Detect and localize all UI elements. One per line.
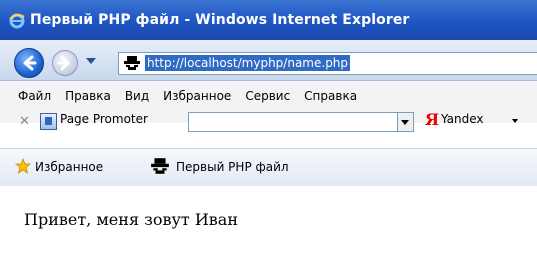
page-text: Привет, меня зовут Иван xyxy=(24,210,238,229)
menu-file[interactable]: Файл xyxy=(18,89,51,103)
menu-view[interactable]: Вид xyxy=(125,89,149,103)
dropdown-icon[interactable] xyxy=(86,58,96,64)
menu-help[interactable]: Справка xyxy=(304,89,357,103)
menu-edit[interactable]: Правка xyxy=(65,89,111,103)
favorites-button[interactable]: Избранное xyxy=(35,160,103,174)
tab-current[interactable]: Первый PHP файл xyxy=(176,160,289,174)
address-url[interactable]: http://localhost/myphp/name.php xyxy=(145,55,351,71)
toolbar-search-input[interactable] xyxy=(188,112,398,132)
forward-button[interactable] xyxy=(52,50,78,76)
address-bar[interactable]: http://localhost/myphp/name.php xyxy=(118,52,537,75)
page-promoter-label[interactable]: Page Promoter xyxy=(60,112,148,126)
page-content: Привет, меня зовут Иван xyxy=(0,186,537,269)
page-promoter-icon xyxy=(40,113,57,130)
ie-logo-icon xyxy=(9,13,25,29)
toolbar-dropdown-button[interactable] xyxy=(397,112,414,132)
star-icon xyxy=(15,158,31,174)
back-button[interactable] xyxy=(14,48,44,78)
window-title: Первый PHP файл - Windows Internet Explo… xyxy=(30,12,410,28)
back-arrow-icon xyxy=(23,55,37,71)
yandex-dropdown-icon[interactable] xyxy=(512,119,518,123)
navigation-bar: http://localhost/myphp/name.php xyxy=(0,40,537,81)
menu-bar: Файл Правка Вид Избранное Сервис Справка… xyxy=(0,81,537,132)
yandex-logo-icon[interactable]: Я xyxy=(425,110,439,129)
menu-favorites[interactable]: Избранное xyxy=(163,89,231,103)
page-favicon-icon xyxy=(151,158,169,174)
close-x-icon[interactable]: ✕ xyxy=(19,114,30,129)
menu-tools[interactable]: Сервис xyxy=(245,89,290,103)
page-favicon-icon xyxy=(124,56,140,70)
favorites-bar: Избранное Первый PHP файл xyxy=(0,148,537,187)
yandex-button[interactable]: Yandex xyxy=(441,112,484,126)
title-bar: Первый PHP файл - Windows Internet Explo… xyxy=(0,0,537,40)
forward-arrow-icon xyxy=(57,55,70,71)
menu-list: Файл Правка Вид Избранное Сервис Справка xyxy=(18,89,371,103)
